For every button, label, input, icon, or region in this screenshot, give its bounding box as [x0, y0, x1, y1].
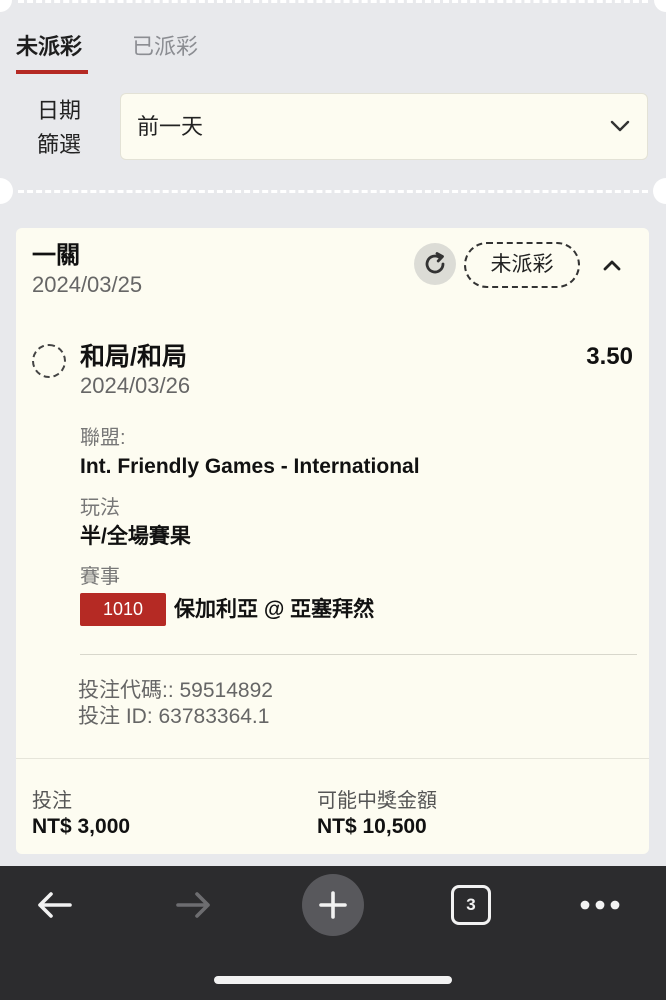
- plus-icon: [319, 891, 347, 919]
- forward-button[interactable]: [168, 884, 220, 926]
- new-tab-button[interactable]: [302, 874, 364, 936]
- selection-odds: 3.50: [586, 343, 633, 370]
- top-left-notch: [0, 0, 12, 12]
- event-label: 賽事: [80, 566, 120, 588]
- date-filter-label: 日期 篩選: [24, 94, 94, 162]
- middle-right-notch: [653, 178, 666, 204]
- middle-dashed-divider: [18, 190, 648, 193]
- payout-value: NT$ 10,500: [317, 815, 427, 838]
- active-tab-underline: [16, 70, 88, 74]
- arrow-right-icon: [176, 892, 210, 918]
- tabs-button[interactable]: 3: [449, 884, 493, 926]
- bet-code: 投注代碼:: 59514892: [78, 679, 273, 702]
- market-value: 半/全場賽果: [80, 525, 191, 548]
- stake-label: 投注: [32, 790, 72, 812]
- chevron-down-icon: [610, 120, 630, 132]
- bet-type: 一關: [32, 242, 80, 269]
- bet-id: 投注 ID: 63783364.1: [78, 705, 270, 728]
- league-value: Int. Friendly Games - International: [80, 455, 420, 478]
- back-button[interactable]: [28, 884, 80, 926]
- event-name: 保加利亞 @ 亞塞拜然: [174, 598, 375, 621]
- event-number-badge: 1010: [80, 593, 166, 626]
- middle-left-notch: [0, 178, 13, 204]
- tab-unsettled[interactable]: 未派彩: [16, 30, 82, 64]
- date-filter-select[interactable]: 前一天: [120, 93, 648, 160]
- bet-placed-date: 2024/03/25: [32, 272, 143, 297]
- bet-status-badge: 未派彩: [464, 242, 580, 288]
- date-filter-value: 前一天: [137, 114, 204, 139]
- card-footer-divider: [16, 758, 649, 759]
- chevron-up-icon: [603, 260, 621, 271]
- selection-divider: [80, 654, 637, 655]
- top-right-notch: [654, 0, 666, 12]
- bet-card: 一關 2024/03/25 未派彩 和局/和局 3.50 2024/03/26 …: [16, 228, 649, 854]
- refresh-button[interactable]: [414, 243, 456, 285]
- refresh-icon: [425, 252, 445, 274]
- tab-count-badge: 3: [451, 885, 491, 925]
- more-button[interactable]: [574, 884, 626, 926]
- more-dots-icon: [580, 900, 620, 910]
- arrow-left-icon: [38, 892, 72, 918]
- home-indicator[interactable]: [214, 976, 452, 984]
- tab-settled[interactable]: 已派彩: [132, 30, 198, 64]
- date-filter-label-line1: 日期: [36, 98, 81, 123]
- collapse-button[interactable]: [598, 251, 626, 279]
- selection-event-date: 2024/03/26: [80, 373, 191, 398]
- selection-name: 和局/和局: [80, 343, 187, 371]
- date-filter-label-line2: 篩選: [36, 132, 81, 157]
- top-dashed-divider: [18, 0, 648, 3]
- stake-value: NT$ 3,000: [32, 815, 131, 838]
- payout-label: 可能中獎金額: [317, 790, 437, 812]
- league-label: 聯盟:: [80, 427, 126, 449]
- market-label: 玩法: [80, 497, 120, 519]
- selection-status-icon: [32, 344, 66, 378]
